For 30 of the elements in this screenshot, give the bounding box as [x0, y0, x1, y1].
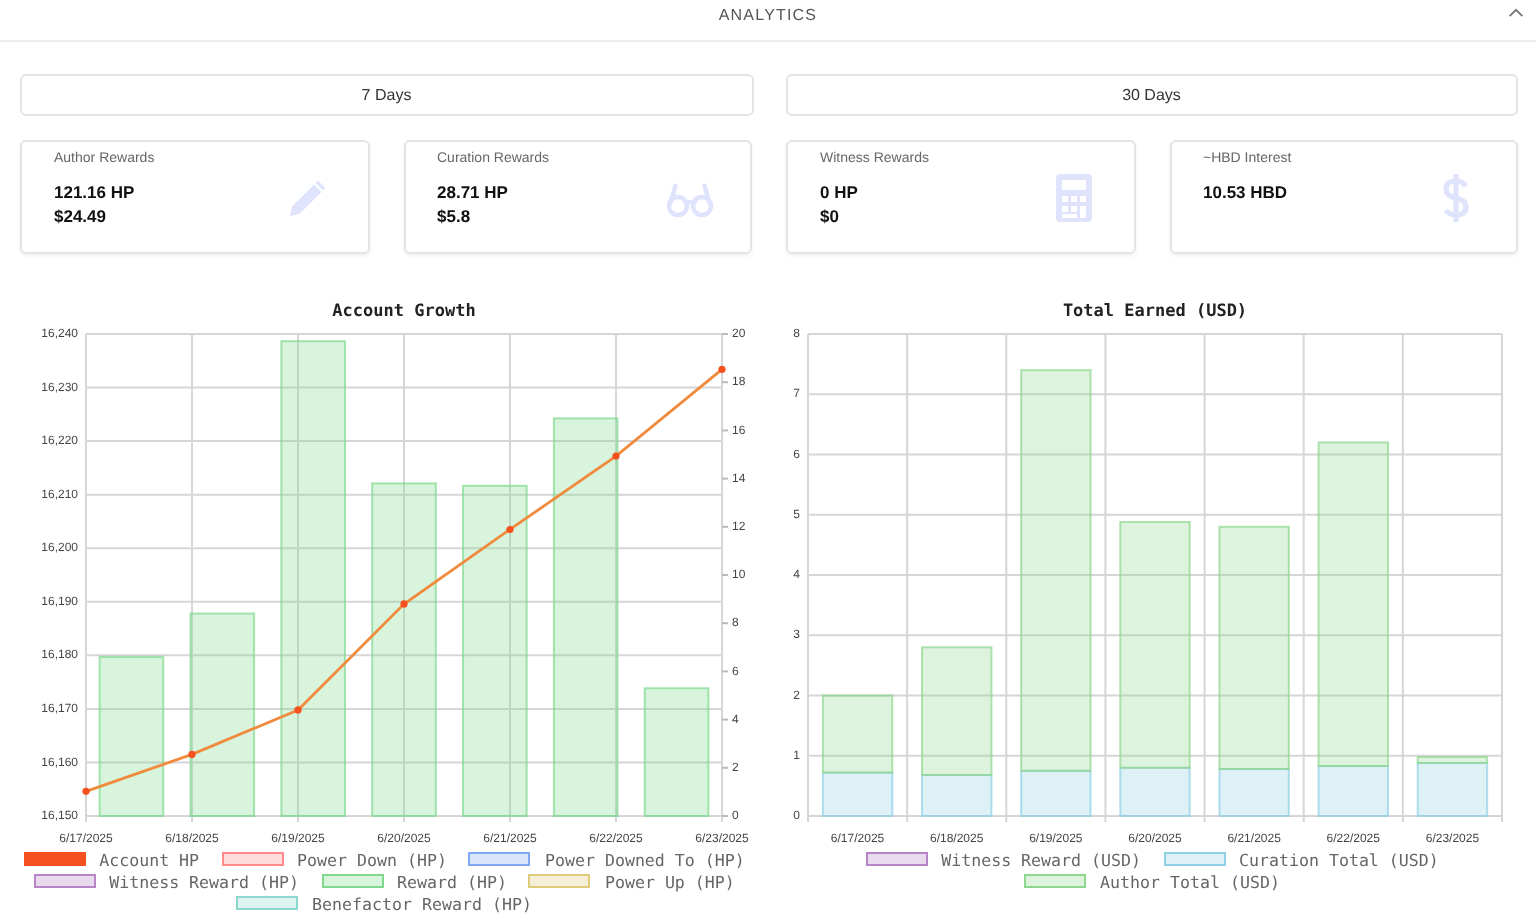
legend-label[interactable]: Reward (HP): [397, 871, 507, 891]
period-button[interactable]: 7 Days: [20, 74, 753, 116]
card-value: 0 HP: [820, 180, 860, 204]
point: [506, 525, 514, 534]
legend-label[interactable]: Power Down (HP): [297, 849, 447, 869]
legend-label[interactable]: Witness Reward (HP): [109, 871, 300, 891]
point: [294, 706, 302, 714]
card-value: 121.16 HP: [54, 180, 137, 204]
legend-label[interactable]: Curation Total (USD): [1239, 849, 1439, 869]
legend-label[interactable]: Power Up (HP): [604, 871, 735, 891]
point: [82, 787, 90, 795]
legend-label[interactable]: Benefactor Reward (HP): [312, 893, 532, 913]
card-value: $24.49: [54, 204, 108, 228]
chevron-up-icon[interactable]: [1508, 8, 1524, 18]
point: [188, 750, 196, 759]
chart-title: Account Growth: [332, 302, 476, 322]
card-value: 28.71 HP: [437, 180, 510, 204]
point: [612, 452, 620, 460]
legend-label[interactable]: Power Downed To (HP): [544, 849, 745, 869]
section-title: ANALYTICS: [718, 5, 818, 23]
card-value: $0: [820, 204, 841, 228]
chart-title: Total Earned (USD): [1062, 302, 1248, 322]
legend-label[interactable]: Account HP: [99, 849, 200, 869]
legend-label[interactable]: Author Total (USD): [1100, 871, 1280, 891]
card-value: $5.8: [437, 204, 473, 228]
point: [400, 600, 408, 608]
legend-label[interactable]: Witness Reward (USD): [941, 849, 1141, 869]
point: [718, 365, 726, 373]
period-button[interactable]: 30 Days: [785, 74, 1518, 116]
card-value: 10.53 HBD: [1203, 180, 1290, 204]
